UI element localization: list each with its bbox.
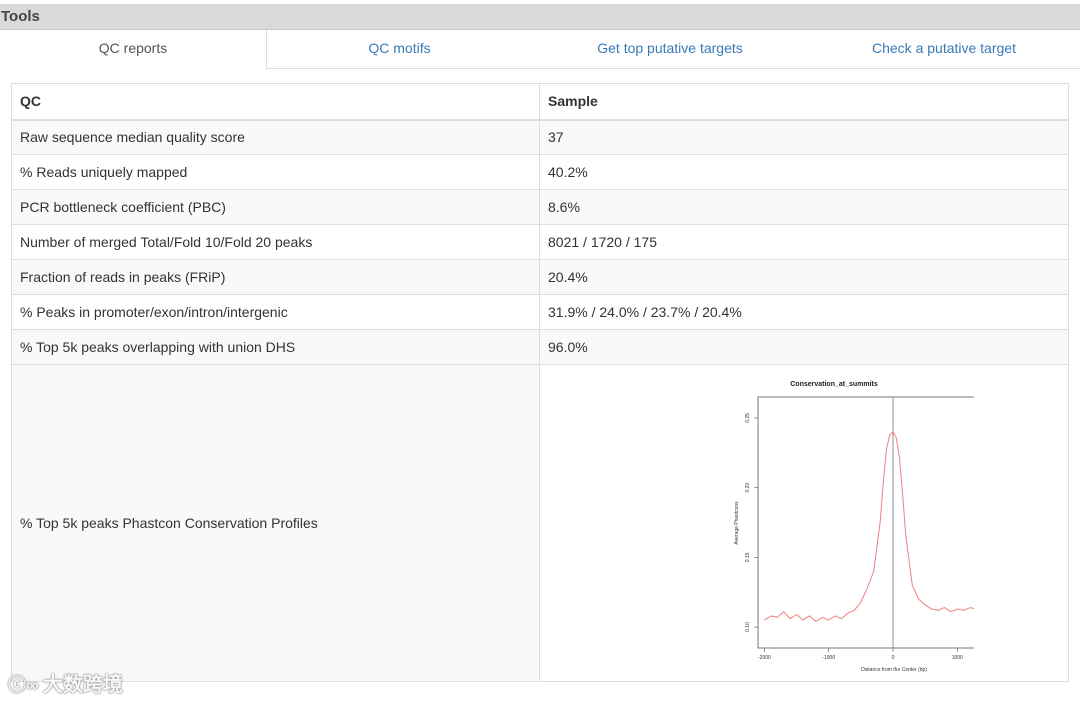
- table-row: Number of merged Total/Fold 10/Fold 20 p…: [11, 224, 1069, 260]
- tab-bar: QC reports QC motifs Get top putative ta…: [0, 30, 1080, 70]
- qc-label: Raw sequence median quality score: [11, 119, 540, 155]
- qc-label: Number of merged Total/Fold 10/Fold 20 p…: [11, 224, 540, 260]
- x-axis-label: Distance from the Center (bp): [861, 667, 927, 673]
- qc-value: 31.9% / 24.0% / 23.7% / 20.4%: [539, 294, 1069, 330]
- chart-title: Conservation_at_summits: [790, 381, 878, 388]
- table-row: % Top 5k peaks overlapping with union DH…: [11, 329, 1069, 365]
- conservation-plot-cell: Conservation_at_summits -2000-1000010002…: [539, 364, 1069, 682]
- x-tick-label: -1000: [822, 655, 835, 661]
- column-header-sample: Sample: [539, 83, 1069, 121]
- tab-qc-reports[interactable]: QC reports: [0, 30, 267, 70]
- table-row: Fraction of reads in peaks (FRiP) 20.4%: [11, 259, 1069, 295]
- watermark-text: 大数跨境: [42, 674, 123, 696]
- qc-label: % Peaks in promoter/exon/intron/intergen…: [11, 294, 540, 330]
- qc-label: % Reads uniquely mapped: [11, 154, 540, 190]
- watermark: ⓒ∞ 大数跨境: [8, 668, 123, 697]
- plot-frame: [757, 396, 974, 649]
- qc-value: 20.4%: [539, 259, 1069, 295]
- qc-label: PCR bottleneck coefficient (PBC): [11, 189, 540, 225]
- tab-top-putative-targets[interactable]: Get top putative targets: [532, 30, 808, 69]
- x-tick-label: 1000: [952, 655, 963, 661]
- qc-label: % Top 5k peaks overlapping with union DH…: [11, 329, 540, 365]
- y-tick-label: 0.25: [745, 413, 751, 423]
- qc-label: Fraction of reads in peaks (FRiP): [11, 259, 540, 295]
- qc-table: QC Sample Raw sequence median quality sc…: [11, 83, 1069, 682]
- watermark-logo-icon: ⓒ∞: [8, 675, 39, 695]
- table-row: % Peaks in promoter/exon/intron/intergen…: [11, 294, 1069, 330]
- qc-value: 37: [539, 119, 1069, 155]
- qc-value: 40.2%: [539, 154, 1069, 190]
- y-tick-label: 0.15: [745, 552, 751, 562]
- table-row: % Reads uniquely mapped 40.2%: [11, 154, 1069, 190]
- tab-qc-motifs[interactable]: QC motifs: [267, 30, 532, 69]
- x-tick-label: -2000: [758, 655, 771, 661]
- table-row: % Top 5k peaks Phastcon Conservation Pro…: [11, 364, 1069, 682]
- conservation-chart: Conservation_at_summits -2000-1000010002…: [734, 381, 974, 673]
- table-header-row: QC Sample: [11, 83, 1069, 121]
- y-axis-label: Average Phastcons: [734, 501, 740, 545]
- column-header-qc: QC: [11, 83, 540, 121]
- qc-value: 8021 / 1720 / 175: [539, 224, 1069, 260]
- x-tick-label: 0: [892, 655, 895, 661]
- tools-header: Tools: [0, 4, 1080, 30]
- table-row: Raw sequence median quality score 37: [11, 119, 1069, 155]
- conservation-series-line: [764, 431, 974, 623]
- tab-check-putative-target[interactable]: Check a putative target: [808, 30, 1080, 69]
- qc-value: 96.0%: [539, 329, 1069, 365]
- y-tick-label: 0.20: [745, 483, 751, 493]
- y-tick-label: 0.10: [745, 622, 751, 632]
- tools-title: Tools: [1, 8, 40, 25]
- qc-value: 8.6%: [539, 189, 1069, 225]
- table-row: PCR bottleneck coefficient (PBC) 8.6%: [11, 189, 1069, 225]
- qc-label: % Top 5k peaks Phastcon Conservation Pro…: [11, 364, 540, 682]
